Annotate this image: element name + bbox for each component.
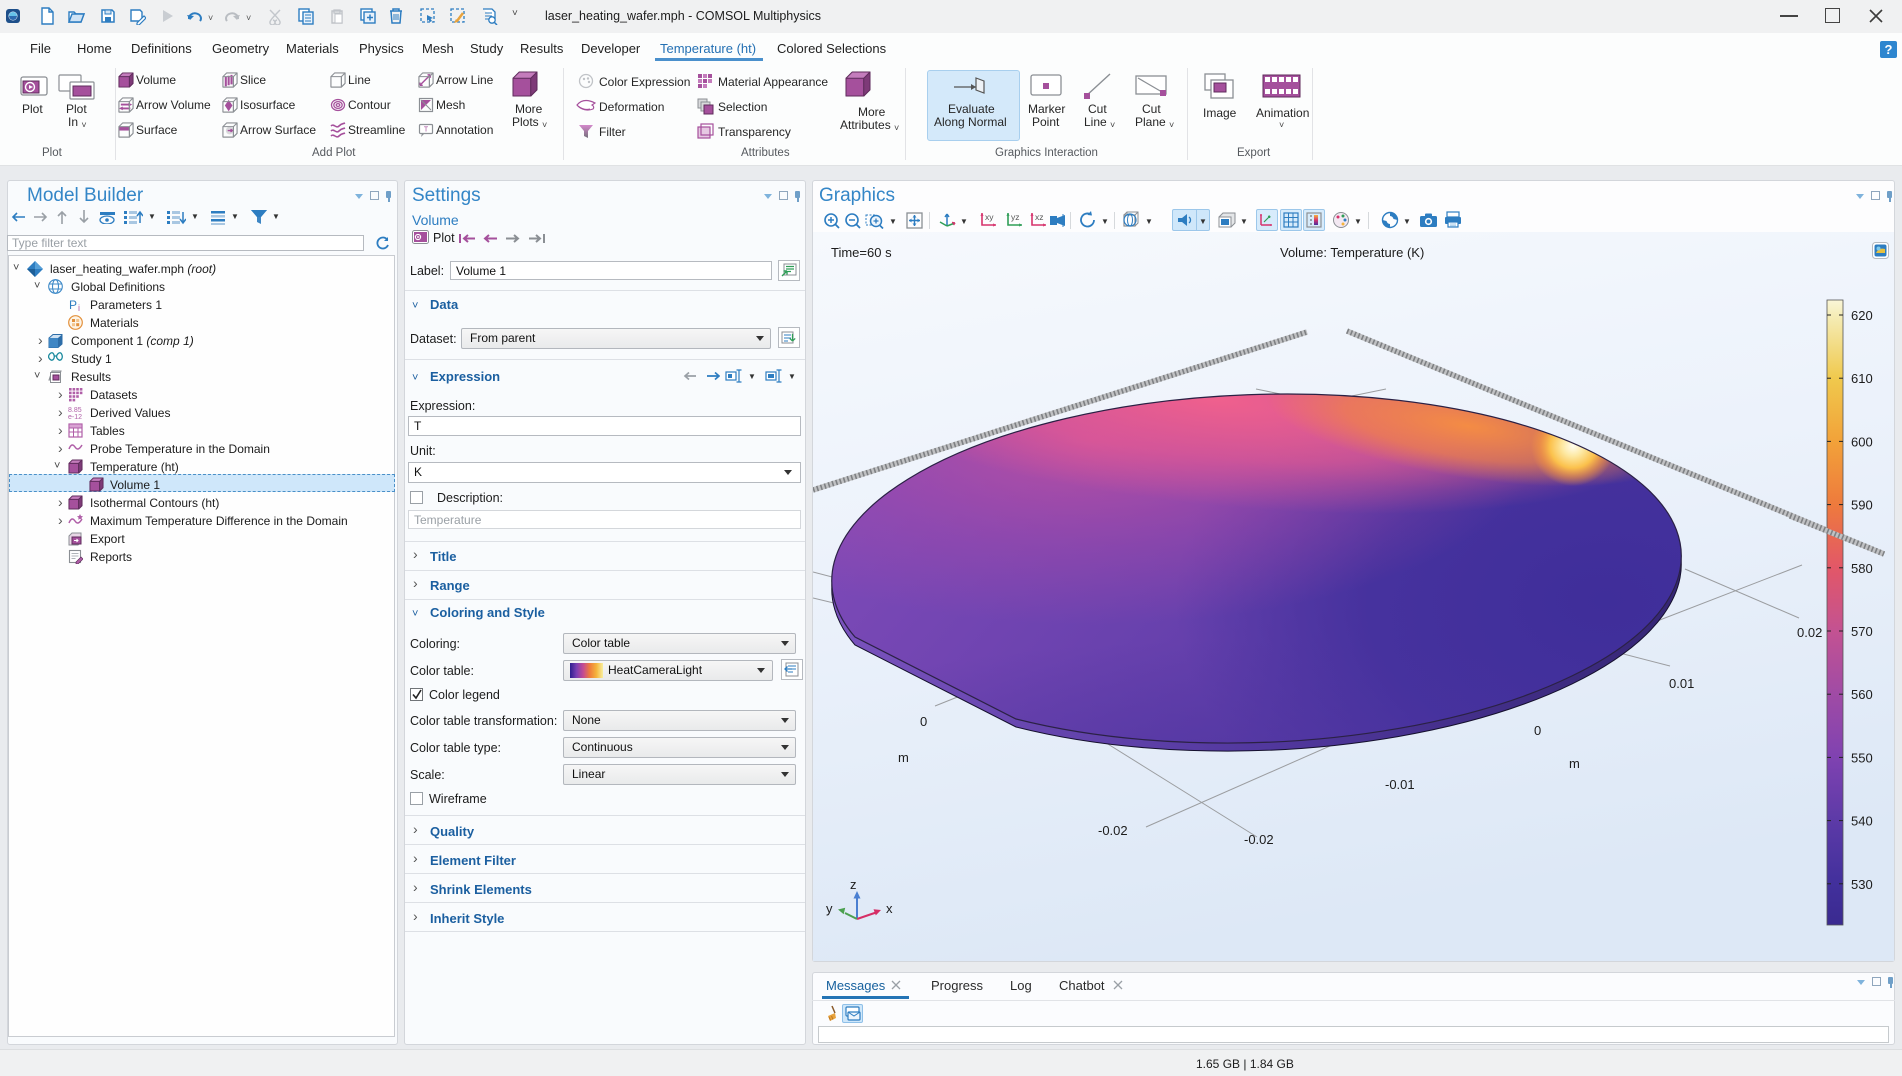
- svg-text:530: 530: [1851, 877, 1873, 892]
- svg-text:P: P: [69, 298, 77, 312]
- svg-text:0: 0: [1534, 723, 1541, 738]
- svg-text:600: 600: [1851, 434, 1873, 449]
- svg-text:8.85: 8.85: [68, 407, 82, 414]
- svg-text:T: T: [424, 127, 429, 134]
- svg-text:620: 620: [1851, 308, 1873, 323]
- svg-text:-0.01: -0.01: [1385, 777, 1415, 792]
- svg-text:e-12: e-12: [68, 414, 82, 420]
- svg-text:y: y: [826, 901, 833, 916]
- svg-text:550: 550: [1851, 750, 1873, 765]
- svg-text:590: 590: [1851, 498, 1873, 513]
- svg-text:540: 540: [1851, 814, 1873, 829]
- svg-text:610: 610: [1851, 371, 1873, 386]
- svg-text:yz: yz: [1011, 212, 1020, 222]
- svg-text:m: m: [1569, 756, 1580, 771]
- svg-text:m: m: [898, 750, 909, 765]
- svg-text:0.01: 0.01: [1669, 676, 1694, 691]
- svg-text:i: i: [78, 303, 80, 312]
- svg-text:0.02: 0.02: [1797, 625, 1822, 640]
- svg-text:570: 570: [1851, 624, 1873, 639]
- svg-text:-0.02: -0.02: [1244, 832, 1274, 847]
- svg-text:xy: xy: [985, 212, 994, 222]
- svg-text:580: 580: [1851, 561, 1873, 576]
- svg-text:560: 560: [1851, 687, 1873, 702]
- svg-text:x: x: [886, 901, 893, 916]
- svg-text:-0.02: -0.02: [1098, 823, 1128, 838]
- svg-text:0: 0: [920, 714, 927, 729]
- svg-text:z: z: [850, 877, 857, 892]
- svg-text:xz: xz: [1035, 212, 1044, 222]
